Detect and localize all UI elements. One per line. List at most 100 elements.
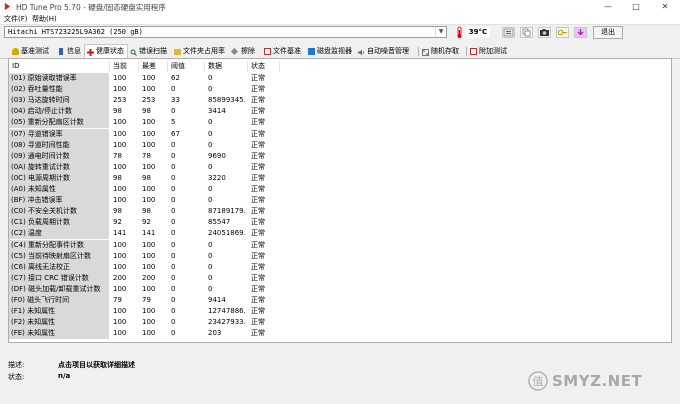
table-row[interactable]: (C4) 重新分配事件计数 100 100 0 0 正常 (9, 239, 669, 251)
status-value: n/a (58, 372, 71, 380)
row-id: (BF) 冲击错误率 (9, 195, 109, 207)
table-row[interactable]: (C1) 负载周期计数 92 92 0 85547 正常 (9, 217, 669, 229)
row-threshold: 0 (171, 196, 176, 205)
copy-button[interactable] (520, 27, 533, 38)
file-benchmark-icon (264, 48, 271, 55)
table-row[interactable]: (F1) 未知属性 100 100 0 12747886... 正常 (9, 306, 669, 318)
exit-button[interactable]: 退出 (593, 26, 623, 39)
row-id: (08) 寻道时间性能 (9, 139, 109, 151)
menu-file[interactable]: 文件(F) (4, 14, 28, 24)
row-threshold: 0 (171, 251, 176, 260)
screenshot-button[interactable] (538, 27, 551, 38)
row-worst: 141 (142, 229, 156, 238)
tab-aam[interactable]: 自动噪音管理 (356, 45, 416, 58)
smart-attribute-table[interactable]: ID 当前 最差 阈值 数据 状态 (01) 原始读取错误率 100 100 62 0 正… (8, 58, 672, 343)
close-button[interactable]: ✕ (653, 0, 677, 13)
table-row[interactable]: (07) 寻道错误率 100 100 67 0 正常 (9, 128, 669, 140)
table-row[interactable]: (C7) 接口 CRC 错误计数 200 200 0 0 正常 (9, 272, 669, 284)
table-row[interactable]: (01) 原始读取错误率 100 100 62 0 正常 (9, 73, 669, 84)
table-row[interactable]: (0C) 电源周期计数 98 98 0 3220 正常 (9, 172, 669, 184)
table-row[interactable]: (F2) 未知属性 100 100 0 23427933... 正常 (9, 317, 669, 329)
row-worst: 100 (142, 85, 156, 94)
table-row[interactable]: (03) 马达旋转时间 253 253 33 85899345... 正常 (9, 95, 669, 107)
key-button[interactable] (556, 27, 569, 38)
table-row[interactable]: (C2) 温度 141 141 0 24051869... 正常 (9, 228, 669, 240)
row-worst: 100 (142, 318, 156, 327)
row-data: 9414 (208, 296, 226, 304)
row-threshold: 0 (171, 85, 176, 94)
tab-bar: 基准测试 信息 健康状态 错误扫描 文件夹占用率 擦除 文件基准 磁盘监视器 自… (0, 43, 680, 59)
tab-erase[interactable]: 擦除 (230, 45, 262, 58)
table-row[interactable]: (04) 启动/停止计数 98 98 0 3414 正常 (9, 106, 669, 118)
table-row[interactable]: (A0) 未知属性 100 100 0 0 正常 (9, 184, 669, 195)
row-id: (F1) 未知属性 (9, 306, 109, 318)
table-row[interactable]: (09) 通电时间计数 78 78 0 9690 正常 (9, 150, 669, 162)
table-row[interactable]: (FE) 未知属性 100 100 0 203 正常 (9, 328, 669, 340)
row-data: 24051869... (208, 229, 245, 238)
column-header-current[interactable]: 当前 (113, 61, 127, 72)
row-worst: 100 (142, 329, 156, 338)
row-id: (0A) 旋转重试计数 (9, 161, 109, 173)
table-row[interactable]: (0A) 旋转重试计数 100 100 0 0 正常 (9, 161, 669, 173)
column-divider (279, 61, 280, 72)
menu-help[interactable]: 帮助(H) (32, 14, 57, 24)
thermometer-icon (457, 26, 462, 38)
table-row[interactable]: (C5) 当前待映射扇区计数 100 100 0 0 正常 (9, 250, 669, 262)
row-current: 100 (113, 85, 127, 94)
tab-info[interactable]: 信息 (56, 45, 84, 58)
download-button[interactable] (574, 27, 587, 38)
column-header-id[interactable]: ID (12, 61, 19, 72)
row-threshold: 0 (171, 240, 176, 249)
row-data: 0 (208, 284, 213, 293)
table-row[interactable]: (C0) 不安全关机计数 98 98 0 87189179... 正常 (9, 206, 669, 218)
column-header-status[interactable]: 状态 (251, 61, 265, 72)
row-worst: 100 (142, 196, 156, 205)
row-current: 100 (113, 118, 127, 127)
tab-health[interactable]: 健康状态 (84, 44, 128, 58)
row-current: 100 (113, 329, 127, 338)
table-row[interactable]: (08) 寻道时间性能 100 100 0 0 正常 (9, 139, 669, 151)
row-data: 0 (208, 162, 213, 171)
row-id: (04) 启动/停止计数 (9, 106, 109, 118)
aam-icon (358, 48, 365, 56)
row-data: 0 (208, 140, 213, 149)
table-row[interactable]: (C6) 离线无法校正 100 100 0 0 正常 (9, 261, 669, 273)
folder-icon (174, 49, 181, 55)
column-header-worst[interactable]: 最差 (142, 61, 156, 72)
row-data: 0 (208, 251, 213, 260)
row-threshold: 0 (171, 218, 176, 227)
drive-select[interactable]: Hitachi HTS723225L9A362 (250 gB) ▼ (4, 26, 447, 38)
column-header-threshold[interactable]: 阈值 (171, 61, 185, 72)
table-row[interactable]: (BF) 冲击错误率 100 100 0 0 正常 (9, 195, 669, 207)
maximize-button[interactable]: □ (624, 0, 648, 13)
table-row[interactable]: (05) 重新分配扇区计数 100 100 5 0 正常 (9, 117, 669, 129)
tab-random-access[interactable]: 随机存取 (420, 45, 464, 58)
row-worst: 98 (142, 107, 151, 116)
row-data: 0 (208, 240, 213, 249)
row-data: 85547 (208, 218, 231, 227)
row-current: 100 (113, 262, 127, 271)
row-threshold: 0 (171, 107, 176, 116)
tab-file-benchmark[interactable]: 文件基准 (262, 45, 306, 58)
row-data: 3220 (208, 173, 226, 182)
tab-benchmark[interactable]: 基准测试 (10, 45, 54, 58)
minimize-button[interactable]: — (596, 0, 620, 13)
table-row[interactable]: (DF) 磁头加载/卸载重试计数 100 100 0 0 正常 (9, 283, 669, 295)
row-threshold: 0 (171, 284, 176, 293)
tab-error-scan[interactable]: 错误扫描 (128, 45, 172, 58)
row-current: 98 (113, 173, 122, 182)
row-data: 0 (208, 273, 213, 282)
table-row[interactable]: (F0) 磁头飞行时间 79 79 0 9414 正常 (9, 295, 669, 306)
column-header-data[interactable]: 数据 (208, 61, 222, 72)
row-worst: 100 (142, 240, 156, 249)
tab-disk-monitor[interactable]: 磁盘监视器 (306, 45, 356, 58)
tab-folder-usage[interactable]: 文件夹占用率 (172, 45, 230, 58)
row-status: 正常 (251, 107, 265, 116)
tab-extra-tests[interactable]: 附加测试 (468, 45, 512, 58)
row-data: 0 (208, 262, 213, 271)
table-row[interactable]: (02) 吞吐量性能 100 100 0 0 正常 (9, 84, 669, 96)
row-status: 正常 (251, 185, 265, 193)
column-divider (109, 61, 110, 72)
info-button[interactable] (502, 27, 515, 38)
row-threshold: 0 (171, 262, 176, 271)
